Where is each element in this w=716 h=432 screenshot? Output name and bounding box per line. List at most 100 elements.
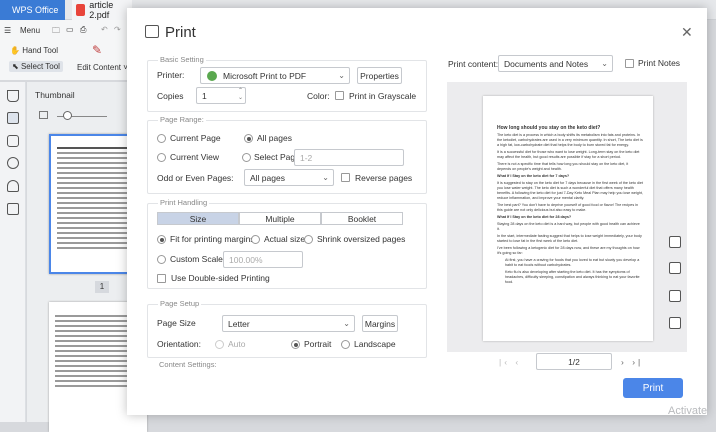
edit-content-label: Edit Content bbox=[77, 63, 122, 72]
form-field-icon[interactable] bbox=[7, 203, 19, 215]
print-icon[interactable]: ⎙ bbox=[80, 25, 86, 35]
odd-even-select[interactable]: All pages ⌄ bbox=[244, 169, 334, 186]
grayscale-label: Print in Grayscale bbox=[349, 91, 417, 101]
stepper-arrows-icon[interactable]: ⌃ ⌄ bbox=[238, 88, 243, 102]
odd-even-label: Odd or Even Pages: bbox=[157, 173, 234, 183]
select-page-input[interactable]: 1-2 bbox=[294, 149, 404, 166]
all-pages-radio[interactable] bbox=[244, 134, 253, 143]
segment-multiple[interactable]: Multiple bbox=[239, 212, 321, 225]
custom-scale-input[interactable]: 100.00% bbox=[223, 251, 303, 268]
page-number-badge: 1 bbox=[95, 281, 109, 293]
page-size-select[interactable]: Letter ⌄ bbox=[222, 315, 355, 332]
landscape-radio[interactable] bbox=[341, 340, 350, 349]
tab-document[interactable]: article 2.pdf bbox=[72, 0, 132, 20]
landscape-label: Landscape bbox=[354, 339, 396, 349]
print-notes-label: Print Notes bbox=[638, 58, 681, 68]
preview-fit-page-icon[interactable] bbox=[669, 262, 681, 274]
current-page-radio[interactable] bbox=[157, 134, 166, 143]
thumbnail-pane: Thumbnail 1 bbox=[27, 82, 147, 432]
basic-setting-title: Basic Setting bbox=[158, 55, 206, 64]
print-handling-section: Print Handling Size Multiple Booklet Fit… bbox=[147, 198, 427, 289]
first-prev-page-icon[interactable]: |‹ ‹ bbox=[499, 357, 521, 367]
chevron-down-icon: ⌄ bbox=[338, 71, 345, 80]
left-icon-strip bbox=[0, 82, 26, 422]
preview-zoom-icon[interactable] bbox=[669, 317, 681, 329]
preview-crop-icon[interactable] bbox=[669, 290, 681, 302]
print-handling-title: Print Handling bbox=[158, 198, 210, 207]
thumbnail-icon[interactable] bbox=[7, 112, 19, 124]
preview-paragraph: It is a successful diet for those who wa… bbox=[497, 150, 640, 159]
copies-value: 1 bbox=[202, 91, 207, 101]
open-folder-icon[interactable]: 🗀 bbox=[52, 25, 60, 39]
odd-even-value: All pages bbox=[250, 173, 285, 183]
properties-button[interactable]: Properties bbox=[357, 67, 402, 84]
margins-button[interactable]: Margins bbox=[362, 315, 398, 332]
print-content-select[interactable]: Documents and Notes ⌄ bbox=[498, 55, 613, 72]
close-icon[interactable]: ✕ bbox=[681, 24, 693, 41]
printer-icon bbox=[145, 25, 159, 38]
preview-settings-icon[interactable] bbox=[669, 236, 681, 248]
custom-scale-radio[interactable] bbox=[157, 255, 166, 264]
preview-paragraph: I've been following a ketogenic diet for… bbox=[497, 246, 640, 255]
chevron-down-icon: ⌄ bbox=[322, 173, 329, 182]
current-view-radio[interactable] bbox=[157, 153, 166, 162]
save-icon[interactable]: ▭ bbox=[66, 25, 74, 34]
basic-setting-section: Basic Setting Printer: Microsoft Print t… bbox=[147, 55, 427, 112]
reverse-pages-checkbox[interactable] bbox=[341, 173, 350, 182]
dialog-title: Print bbox=[165, 24, 196, 41]
content-settings-title: Content Settings: bbox=[159, 360, 217, 369]
preview-paragraph: The keto diet is a process in which a bo… bbox=[497, 133, 643, 147]
chevron-down-icon: ⌄ bbox=[601, 59, 608, 68]
comment-icon[interactable] bbox=[7, 135, 19, 147]
print-button[interactable]: Print bbox=[623, 378, 683, 398]
zoom-slider-handle[interactable] bbox=[63, 111, 72, 120]
preview-bullet: Keto flu is also developing after starti… bbox=[505, 270, 640, 284]
fit-margins-label: Fit for printing margins bbox=[170, 234, 255, 244]
print-content-value: Documents and Notes bbox=[504, 59, 589, 69]
custom-scale-value: 100.00% bbox=[229, 255, 263, 265]
activation-watermark: Activate bbox=[668, 405, 708, 417]
next-last-page-icon[interactable]: › ›| bbox=[621, 357, 643, 367]
segment-booklet[interactable]: Booklet bbox=[321, 212, 403, 225]
select-page-radio[interactable] bbox=[242, 153, 251, 162]
duplex-checkbox[interactable] bbox=[157, 274, 166, 283]
actual-size-radio[interactable] bbox=[251, 235, 260, 244]
fit-margins-radio[interactable] bbox=[157, 235, 166, 244]
hand-tool-button[interactable]: ✋ Hand Tool bbox=[10, 46, 58, 55]
copies-input[interactable]: 1 ⌃ ⌄ bbox=[196, 87, 246, 104]
signature-icon[interactable] bbox=[7, 180, 19, 192]
auto-label: Auto bbox=[228, 339, 246, 349]
grayscale-checkbox[interactable] bbox=[335, 91, 344, 100]
preview-paragraph: In the start, intermediate fasting sugge… bbox=[497, 234, 642, 243]
printer-select[interactable]: Microsoft Print to PDF ⌄ bbox=[200, 67, 350, 84]
select-tool-button[interactable]: ⬉ Select Tool bbox=[9, 61, 63, 72]
print-notes-checkbox[interactable] bbox=[625, 59, 634, 68]
shrink-oversized-label: Shrink oversized pages bbox=[317, 234, 406, 244]
portrait-radio[interactable] bbox=[291, 340, 300, 349]
duplex-label: Use Double-sided Printing bbox=[171, 273, 270, 283]
image-icon[interactable] bbox=[39, 111, 48, 119]
preview-page-indicator: 1/2 bbox=[568, 357, 580, 367]
printer-select-value: Microsoft Print to PDF bbox=[223, 71, 307, 81]
page-range-title: Page Range: bbox=[158, 115, 206, 124]
custom-scale-label: Custom Scale: bbox=[170, 254, 226, 264]
preview-subheading: What If I Stay on the keto diet for 28 d… bbox=[497, 215, 572, 219]
edit-content-button[interactable]: Edit Content ˅ bbox=[77, 63, 128, 72]
preview-text: How long should you stay on the keto die… bbox=[497, 126, 643, 285]
auto-radio bbox=[215, 340, 224, 349]
preview-page-input[interactable]: 1/2 bbox=[536, 353, 612, 370]
bookmark-icon[interactable] bbox=[7, 90, 19, 102]
redo-icon[interactable]: ↷ bbox=[114, 25, 121, 34]
menu-button[interactable]: Menu bbox=[20, 26, 40, 35]
handling-segmented-control: Size Multiple Booklet bbox=[157, 212, 403, 225]
shrink-oversized-radio[interactable] bbox=[304, 235, 313, 244]
attachment-icon[interactable] bbox=[7, 157, 19, 169]
select-page-placeholder: 1-2 bbox=[300, 153, 313, 163]
preview-paragraph: The best part? You don't have to deprive… bbox=[497, 203, 639, 212]
segment-size[interactable]: Size bbox=[157, 212, 239, 225]
hamburger-icon[interactable]: ☰ bbox=[4, 26, 11, 35]
tab-wps-office[interactable]: WPS Office bbox=[0, 0, 65, 20]
page-setup-title: Page Setup bbox=[158, 299, 202, 308]
select-tool-label: Select Tool bbox=[20, 62, 60, 71]
undo-icon[interactable]: ↶ bbox=[101, 25, 108, 34]
